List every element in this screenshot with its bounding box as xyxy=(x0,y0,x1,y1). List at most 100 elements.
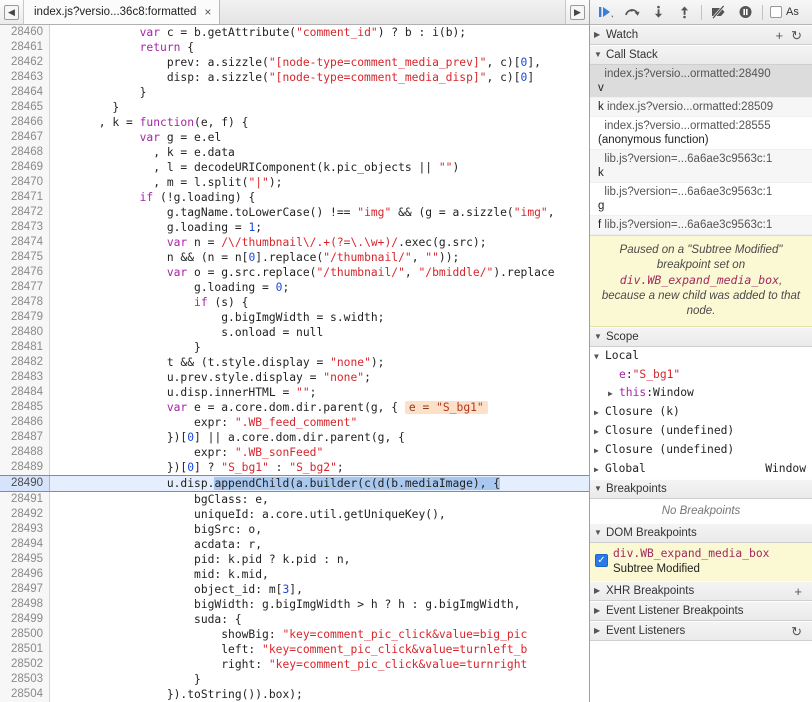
code-line-text[interactable]: , m = l.split("|"); xyxy=(50,175,589,190)
code-line-text[interactable]: })[0] ? "S_bg1" : "S_bg2"; xyxy=(50,460,589,475)
code-line-text[interactable]: if (!g.loading) { xyxy=(50,190,589,205)
scope-row[interactable]: ▶ this: Window xyxy=(590,384,812,403)
scope-row[interactable]: e: "S_bg1" xyxy=(590,366,812,384)
line-number[interactable]: 28470 xyxy=(0,175,50,190)
code-line-text[interactable]: bigWidth: g.bigImgWidth > h ? h : g.bigI… xyxy=(50,597,589,612)
code-line[interactable]: 28472 g.tagName.toLowerCase() !== "img" … xyxy=(0,205,589,220)
close-icon[interactable]: × xyxy=(202,6,211,18)
step-over-icon[interactable] xyxy=(620,1,644,23)
call-stack-frame[interactable]: k index.js?versio...ormatted:28509 xyxy=(590,98,812,117)
nav-prev-button[interactable]: ◀ xyxy=(0,0,24,24)
line-number[interactable]: 28492 xyxy=(0,507,50,522)
code-line[interactable]: 28463 disp: a.sizzle("[node-type=comment… xyxy=(0,70,589,85)
line-number[interactable]: 28460 xyxy=(0,25,50,40)
code-line-text[interactable]: u.disp.appendChild(a.builder(c(d(b.media… xyxy=(50,476,589,491)
line-number[interactable]: 28475 xyxy=(0,250,50,265)
chevron-down-icon[interactable]: ▼ xyxy=(594,349,605,365)
code-line[interactable]: 28477 g.loading = 0; xyxy=(0,280,589,295)
code-line-text[interactable]: } xyxy=(50,340,589,355)
code-line-text[interactable]: u.prev.style.display = "none"; xyxy=(50,370,589,385)
code-line-text[interactable]: n && (n = n[0].replace("/thumbnail/", ""… xyxy=(50,250,589,265)
line-number[interactable]: 28493 xyxy=(0,522,50,537)
line-number[interactable]: 28489 xyxy=(0,460,50,475)
code-editor[interactable]: 28460 var c = b.getAttribute("comment_id… xyxy=(0,25,589,702)
code-line[interactable]: 28470 , m = l.split("|"); xyxy=(0,175,589,190)
code-line-text[interactable]: object_id: m[3], xyxy=(50,582,589,597)
line-number[interactable]: 28488 xyxy=(0,445,50,460)
line-number[interactable]: 28486 xyxy=(0,415,50,430)
code-line-text[interactable]: var e = a.core.dom.dir.parent(g, { e = "… xyxy=(50,400,589,415)
add-watch-icon[interactable]: + xyxy=(772,29,788,42)
code-line-text[interactable]: suda: { xyxy=(50,612,589,627)
line-number[interactable]: 28485 xyxy=(0,400,50,415)
refresh-event-listeners-icon[interactable]: ↻ xyxy=(787,625,806,638)
code-line[interactable]: 28494 acdata: r, xyxy=(0,537,589,552)
code-line-text[interactable]: expr: ".WB_feed_comment" xyxy=(50,415,589,430)
code-line-text[interactable]: }).toString()).box); xyxy=(50,687,589,702)
code-line-text[interactable]: showBig: "key=comment_pic_click&value=bi… xyxy=(50,627,589,642)
line-number[interactable]: 28482 xyxy=(0,355,50,370)
line-number[interactable]: 28463 xyxy=(0,70,50,85)
line-number[interactable]: 28468 xyxy=(0,145,50,160)
line-number[interactable]: 28504 xyxy=(0,687,50,702)
code-line-text[interactable]: pid: k.pid ? k.pid : n, xyxy=(50,552,589,567)
code-line[interactable]: 28503 } xyxy=(0,672,589,687)
line-number[interactable]: 28464 xyxy=(0,85,50,100)
code-line[interactable]: 28501 left: "key=comment_pic_click&value… xyxy=(0,642,589,657)
section-header-breakpoints[interactable]: ▼ Breakpoints xyxy=(590,479,812,499)
code-line-text[interactable]: disp: a.sizzle("[node-type=comment_media… xyxy=(50,70,589,85)
line-number[interactable]: 28478 xyxy=(0,295,50,310)
line-number[interactable]: 28479 xyxy=(0,310,50,325)
line-number[interactable]: 28490 xyxy=(0,476,50,491)
line-number[interactable]: 28500 xyxy=(0,627,50,642)
code-line[interactable]: 28499 suda: { xyxy=(0,612,589,627)
code-line[interactable]: 28481 } xyxy=(0,340,589,355)
source-tab-index-js[interactable]: index.js?versio...36c8:formatted × xyxy=(24,0,221,24)
line-number[interactable]: 28474 xyxy=(0,235,50,250)
code-line[interactable]: 28475 n && (n = n[0].replace("/thumbnail… xyxy=(0,250,589,265)
code-line-text[interactable]: if (s) { xyxy=(50,295,589,310)
code-line-text[interactable]: } xyxy=(50,85,589,100)
line-number[interactable]: 28469 xyxy=(0,160,50,175)
step-out-icon[interactable] xyxy=(672,1,696,23)
code-line[interactable]: 28488 expr: ".WB_sonFeed" xyxy=(0,445,589,460)
code-line[interactable]: 28462 prev: a.sizzle("[node-type=comment… xyxy=(0,55,589,70)
code-line[interactable]: 28491 bgClass: e, xyxy=(0,492,589,507)
code-line[interactable]: 28489 })[0] ? "S_bg1" : "S_bg2"; xyxy=(0,460,589,475)
line-number[interactable]: 28496 xyxy=(0,567,50,582)
call-stack-frame[interactable]: lib.js?version=...6a6ae3c9563c:1 k xyxy=(590,150,812,183)
code-line-executing[interactable]: 28490 u.disp.appendChild(a.builder(c(d(b… xyxy=(0,475,589,492)
code-line-text[interactable]: g.bigImgWidth = s.width; xyxy=(50,310,589,325)
line-number[interactable]: 28480 xyxy=(0,325,50,340)
line-number[interactable]: 28477 xyxy=(0,280,50,295)
code-line[interactable]: 28498 bigWidth: g.bigImgWidth > h ? h : … xyxy=(0,597,589,612)
code-line-text[interactable]: left: "key=comment_pic_click&value=turnl… xyxy=(50,642,589,657)
code-line-text[interactable]: })[0] || a.core.dom.dir.parent(g, { xyxy=(50,430,589,445)
line-number[interactable]: 28495 xyxy=(0,552,50,567)
chevron-right-icon[interactable]: ▶ xyxy=(594,443,605,459)
code-line[interactable]: 28480 s.onload = null xyxy=(0,325,589,340)
line-number[interactable]: 28473 xyxy=(0,220,50,235)
code-line-text[interactable]: } xyxy=(50,100,589,115)
code-line[interactable]: 28484 u.disp.innerHTML = ""; xyxy=(0,385,589,400)
code-line[interactable]: 28461 return { xyxy=(0,40,589,55)
scope-row[interactable]: ▶ Closure (k) xyxy=(590,403,812,422)
line-number[interactable]: 28483 xyxy=(0,370,50,385)
code-line-text[interactable]: acdata: r, xyxy=(50,537,589,552)
code-line[interactable]: 28460 var c = b.getAttribute("comment_id… xyxy=(0,25,589,40)
code-line[interactable]: 28464 } xyxy=(0,85,589,100)
code-line[interactable]: 28473 g.loading = 1; xyxy=(0,220,589,235)
code-line-text[interactable]: , k = e.data xyxy=(50,145,589,160)
code-line-text[interactable]: , k = function(e, f) { xyxy=(50,115,589,130)
code-line[interactable]: 28486 expr: ".WB_feed_comment" xyxy=(0,415,589,430)
code-line[interactable]: 28495 pid: k.pid ? k.pid : n, xyxy=(0,552,589,567)
chevron-right-icon[interactable]: ▶ xyxy=(594,405,605,421)
line-number[interactable]: 28467 xyxy=(0,130,50,145)
code-line[interactable]: 28466 , k = function(e, f) { xyxy=(0,115,589,130)
code-line-text[interactable]: return { xyxy=(50,40,589,55)
scope-row[interactable]: ▼ Local xyxy=(590,347,812,366)
call-stack-frame[interactable]: f lib.js?version=...6a6ae3c9563c:1 xyxy=(590,216,812,235)
section-header-dom-breakpoints[interactable]: ▼ DOM Breakpoints xyxy=(590,523,812,543)
scope-row[interactable]: ▶ Global Window xyxy=(590,460,812,479)
code-line-text[interactable]: expr: ".WB_sonFeed" xyxy=(50,445,589,460)
